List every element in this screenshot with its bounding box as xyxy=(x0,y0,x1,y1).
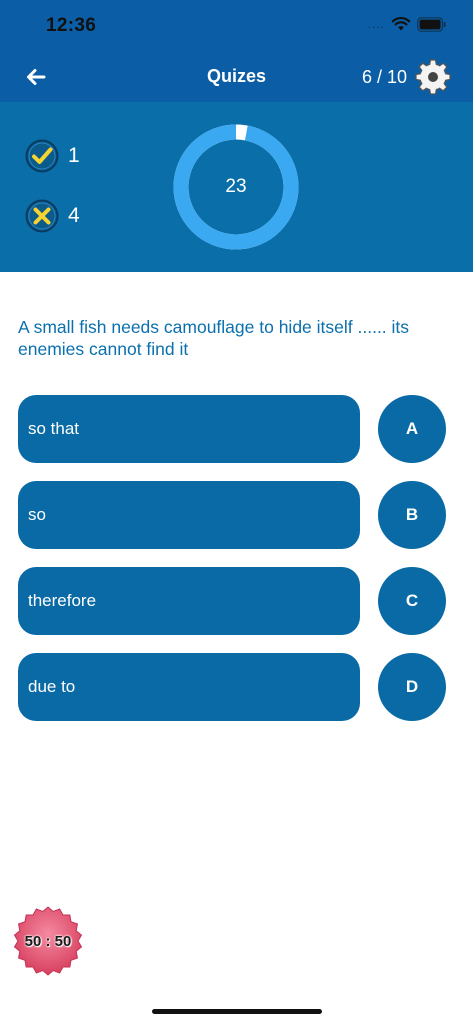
battery-icon xyxy=(417,16,446,32)
question-progress: 6 / 10 xyxy=(361,67,407,87)
timer-seconds: 23 xyxy=(225,176,247,197)
answer-letter-c[interactable]: C xyxy=(378,567,446,635)
signal-icon: .... xyxy=(367,17,385,31)
fifty-fifty-button[interactable]: 50 : 50 xyxy=(10,904,86,978)
wrong-count: 4 xyxy=(68,204,80,227)
correct-count: 1 xyxy=(68,144,80,167)
fifty-fifty-label: 50 : 50 xyxy=(24,932,72,950)
countdown-timer: 23 xyxy=(173,124,299,250)
status-time: 12:36 xyxy=(46,15,97,36)
answer-option-b[interactable]: so xyxy=(18,481,360,549)
gear-icon xyxy=(415,59,451,95)
score-panel: 1 4 23 xyxy=(0,102,473,272)
wifi-icon xyxy=(391,17,411,31)
answer-option-d[interactable]: due to xyxy=(18,653,360,721)
home-indicator xyxy=(152,1009,322,1014)
wrong-score: 4 xyxy=(24,198,80,234)
cross-icon xyxy=(25,199,59,233)
answer-letter-b[interactable]: B xyxy=(378,481,446,549)
correct-score: 1 xyxy=(24,138,80,174)
question-text: A small fish needs camouflage to hide it… xyxy=(18,317,410,359)
status-bar: 12:36 .... xyxy=(0,0,473,52)
check-icon xyxy=(25,139,59,173)
answer-option-c[interactable]: therefore xyxy=(18,567,360,635)
status-icons: .... xyxy=(368,16,447,32)
nav-bar: Quizes 6 / 10 xyxy=(0,52,473,102)
answer-letter-d[interactable]: D xyxy=(378,653,446,721)
settings-button[interactable] xyxy=(415,59,451,95)
answer-letter-a[interactable]: A xyxy=(378,395,446,463)
answer-option-a[interactable]: so that xyxy=(18,395,360,463)
